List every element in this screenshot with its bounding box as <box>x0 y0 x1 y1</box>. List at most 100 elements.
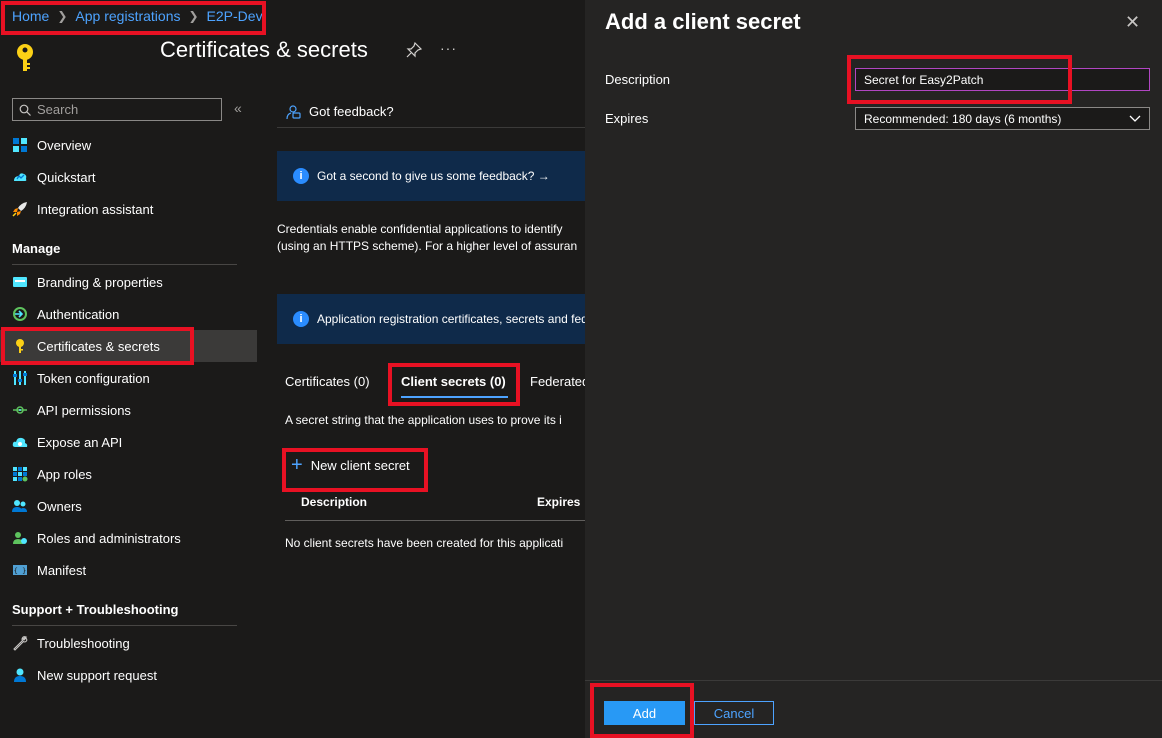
support-section-title: Support + Troubleshooting <box>12 602 179 617</box>
page-title: Certificates & secrets <box>160 37 368 62</box>
key-icon <box>16 339 24 353</box>
sidebar-item-token-configuration[interactable]: Token configuration <box>0 362 257 394</box>
feedback-icon <box>286 104 301 119</box>
feedback-label: Got feedback? <box>309 104 394 119</box>
collapse-sidebar-icon[interactable]: « <box>234 100 242 116</box>
breadcrumb-app[interactable]: E2P-Dev <box>207 8 263 24</box>
owners-icon <box>12 500 27 512</box>
column-header-expires[interactable]: Expires <box>537 495 580 509</box>
search-icon <box>19 104 31 116</box>
sidebar-item-new-support-request[interactable]: New support request <box>0 659 257 691</box>
add-button[interactable]: Add <box>604 701 685 725</box>
pin-icon[interactable] <box>406 42 422 58</box>
sidebar-item-label: Manifest <box>37 562 87 578</box>
sidebar-item-label: Expose an API <box>37 434 123 450</box>
sidebar-item-troubleshooting[interactable]: Troubleshooting <box>0 627 257 659</box>
panel-title: Add a client secret <box>605 9 801 34</box>
manage-section-title: Manage <box>12 241 61 256</box>
close-icon[interactable]: ✕ <box>1125 12 1140 33</box>
description-input[interactable] <box>855 68 1150 91</box>
sidebar-item-label: App roles <box>37 466 92 482</box>
active-tab-indicator <box>401 396 508 398</box>
sidebar-item-expose-an-api[interactable]: Expose an API <box>0 426 257 458</box>
sidebar-item-label: Branding & properties <box>37 274 163 290</box>
sidebar-item-label: Certificates & secrets <box>37 338 160 354</box>
sidebar-item-label: API permissions <box>37 402 131 418</box>
sidebar-item-label: Overview <box>37 137 92 153</box>
sidebar-item-integration-assistant[interactable]: Integration assistant <box>0 193 257 225</box>
token-icon <box>13 371 27 385</box>
plus-icon: + <box>291 454 303 476</box>
sidebar-item-authentication[interactable]: Authentication <box>0 298 257 330</box>
key-icon <box>17 44 33 71</box>
description-line: (using an HTTPS scheme). For a higher le… <box>277 239 578 253</box>
cloud-icon <box>12 437 28 447</box>
sidebar-item-label: New support request <box>37 667 157 683</box>
breadcrumb-app-registrations[interactable]: App registrations <box>75 8 180 24</box>
divider <box>585 680 1162 681</box>
search-box[interactable] <box>12 98 222 121</box>
expires-label: Expires <box>605 111 649 126</box>
info-icon: i <box>293 168 309 184</box>
expires-selected-value: Recommended: 180 days (6 months) <box>864 111 1062 126</box>
api-permissions-icon <box>13 406 27 414</box>
divider <box>12 264 237 265</box>
sidebar-item-label: Authentication <box>37 306 120 322</box>
svg-text:{ }: { } <box>14 567 27 575</box>
secret-description: A secret string that the application use… <box>285 413 562 427</box>
chevron-right-icon: ❯ <box>57 9 68 23</box>
banner-text: Got a second to give us some feedback? → <box>317 169 550 183</box>
sidebar-item-label: Quickstart <box>37 169 96 185</box>
chevron-right-icon: ❯ <box>188 9 199 23</box>
sidebar-item-label: Roles and administrators <box>37 530 181 546</box>
feedback-banner[interactable]: i Got a second to give us some feedback?… <box>277 151 585 201</box>
sidebar-item-quickstart[interactable]: Quickstart <box>0 161 257 193</box>
info-icon: i <box>293 311 309 327</box>
authentication-icon <box>13 307 27 321</box>
new-client-secret-button[interactable]: + New client secret <box>291 454 410 476</box>
expires-dropdown[interactable]: Recommended: 180 days (6 months) <box>855 107 1150 130</box>
feedback-bar[interactable]: Got feedback? <box>277 96 585 128</box>
chevron-down-icon <box>1129 115 1141 122</box>
sidebar-item-label: Troubleshooting <box>37 635 130 651</box>
description-line: Credentials enable confidential applicat… <box>277 222 563 236</box>
divider <box>12 625 237 626</box>
cancel-button[interactable]: Cancel <box>694 701 774 725</box>
sidebar-item-manifest[interactable]: { } Manifest <box>0 554 257 586</box>
tab-certificates[interactable]: Certificates (0) <box>285 374 370 389</box>
breadcrumb: Home ❯ App registrations ❯ E2P-Dev <box>12 8 263 24</box>
tab-client-secrets[interactable]: Client secrets (0) <box>401 374 506 389</box>
banner-text: Application registration certificates, s… <box>317 312 585 326</box>
overview-icon <box>13 138 27 152</box>
sidebar-item-app-roles[interactable]: App roles <box>0 458 257 490</box>
sidebar-item-branding[interactable]: Branding & properties <box>0 266 257 298</box>
sidebar-item-label: Owners <box>37 498 82 514</box>
column-header-description[interactable]: Description <box>301 495 367 509</box>
support-person-icon <box>14 668 26 682</box>
description-label: Description <box>605 72 671 87</box>
roles-icon <box>13 532 27 544</box>
quickstart-icon <box>14 173 27 181</box>
new-client-secret-label: New client secret <box>310 457 410 473</box>
rocket-icon <box>12 202 27 217</box>
divider <box>285 520 585 521</box>
manifest-icon: { } <box>13 565 27 575</box>
branding-icon <box>13 277 27 287</box>
tab-federated[interactable]: Federated <box>530 374 585 389</box>
add-client-secret-panel: Add a client secret ✕ Description Expire… <box>585 0 1162 738</box>
app-roles-icon <box>13 467 28 482</box>
sidebar-item-certificates-secrets[interactable]: Certificates & secrets <box>0 330 257 362</box>
sidebar-item-label: Token configuration <box>37 370 150 386</box>
credentials-description: Credentials enable confidential applicat… <box>277 221 585 255</box>
sidebar-item-api-permissions[interactable]: API permissions <box>0 394 257 426</box>
sidebar-item-roles-administrators[interactable]: Roles and administrators <box>0 522 257 554</box>
search-input[interactable] <box>37 102 207 117</box>
info-banner: i Application registration certificates,… <box>277 294 585 344</box>
more-options-icon[interactable]: ··· <box>440 40 457 56</box>
empty-state-message: No client secrets have been created for … <box>285 536 564 550</box>
sidebar-item-owners[interactable]: Owners <box>0 490 257 522</box>
wrench-icon <box>13 636 28 651</box>
breadcrumb-home[interactable]: Home <box>12 8 49 24</box>
sidebar-item-label: Integration assistant <box>37 201 154 217</box>
sidebar-item-overview[interactable]: Overview <box>0 129 257 161</box>
